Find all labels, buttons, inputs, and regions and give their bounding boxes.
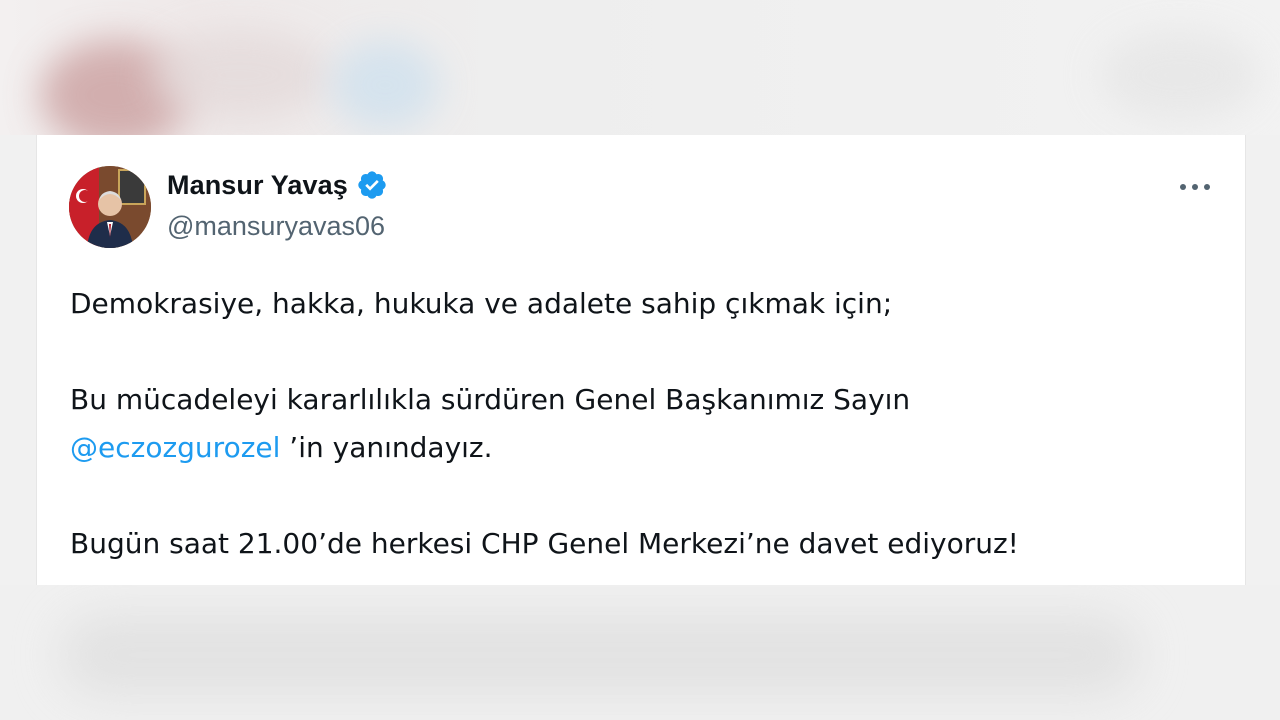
tweet-line: @eczozgurozel ’in yanındayız. — [70, 424, 1210, 472]
user-handle[interactable]: @mansuryavas06 — [167, 211, 385, 242]
mention-link[interactable]: @eczozgurozel — [70, 431, 280, 464]
screenshot-stage: Mansur Yavaş @mansuryavas06 Demokrasiye,… — [0, 0, 1280, 720]
tweet-line: Bu mücadeleyi kararlılıkla sürdüren Gene… — [70, 383, 911, 416]
blurred-header-background — [0, 0, 1280, 135]
verified-badge-icon[interactable] — [356, 169, 388, 201]
avatar[interactable] — [69, 166, 151, 248]
tweet-text: Demokrasiye, hakka, hukuka ve adalete sa… — [70, 280, 1210, 568]
more-horizontal-icon[interactable] — [1177, 175, 1213, 199]
display-name[interactable]: Mansur Yavaş — [167, 170, 348, 201]
tweet-line-rest: ’in yanındayız. — [280, 431, 493, 464]
tweet-line: Demokrasiye, hakka, hukuka ve adalete sa… — [70, 287, 893, 320]
blurred-footer-background — [0, 585, 1280, 720]
author-name-row: Mansur Yavaş — [167, 169, 388, 201]
tweet-line: Bugün saat 21.00’de herkesi CHP Genel Me… — [70, 527, 1019, 560]
tweet-card: Mansur Yavaş @mansuryavas06 Demokrasiye,… — [36, 135, 1246, 585]
